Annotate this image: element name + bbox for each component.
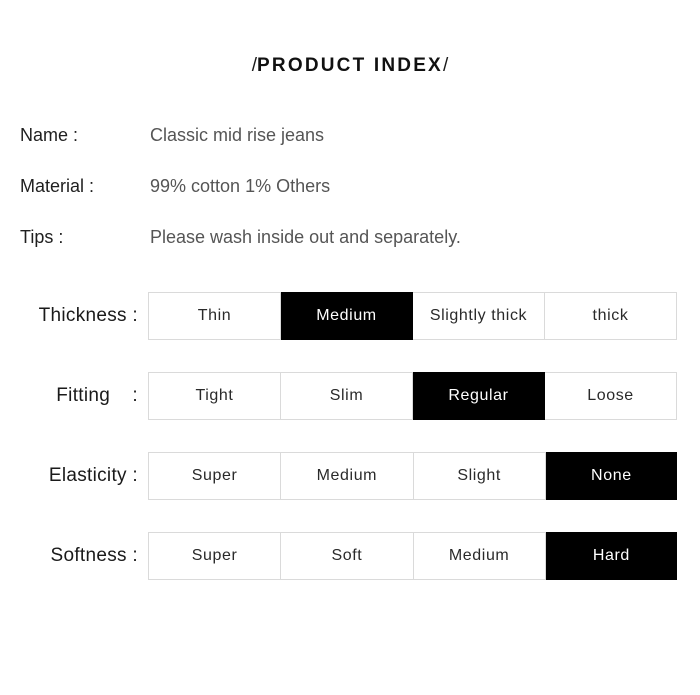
spec-option-thickness-slightly-thick[interactable]: Slightly thick — [413, 293, 545, 339]
spec-option-thickness-thick[interactable]: thick — [545, 293, 676, 339]
spec-row-softness: Softness : Super Soft Medium Hard — [0, 532, 700, 580]
spec-option-fitting-regular[interactable]: Regular — [413, 372, 545, 420]
slash-right-decoration: / — [442, 55, 449, 76]
spec-option-softness-hard[interactable]: Hard — [545, 532, 677, 580]
spec-label-fitting: Fitting : — [56, 385, 138, 406]
spec-label-softness: Softness : — [50, 545, 138, 566]
info-row-material: Material : 99% cotton 1% Others — [20, 176, 700, 227]
spec-option-softness-medium[interactable]: Medium — [413, 533, 546, 579]
info-value-name: Classic mid rise jeans — [150, 125, 325, 145]
spec-option-fitting-slim[interactable]: Slim — [281, 373, 413, 419]
spec-row-fitting: Fitting : Tight Slim Regular Loose — [0, 372, 700, 420]
info-value-tips: Please wash inside out and separately. — [150, 227, 461, 247]
spec-option-softness-soft[interactable]: Soft — [281, 533, 414, 579]
info-row-tips: Tips : Please wash inside out and separa… — [20, 227, 700, 278]
spec-option-elasticity-super[interactable]: Super — [149, 453, 282, 499]
spec-options-softness: Super Soft Medium Hard — [148, 532, 677, 580]
product-index-page: /PRODUCT INDEX/ Name : Classic mid rise … — [0, 0, 700, 695]
spec-row-elasticity: Elasticity : Super Medium Slight None — [0, 452, 700, 500]
page-title-text: PRODUCT INDEX — [257, 55, 443, 76]
spec-row-thickness: Thickness : Thin Medium Slightly thick t… — [0, 292, 700, 340]
spec-option-softness-super[interactable]: Super — [149, 533, 282, 579]
spec-option-elasticity-medium[interactable]: Medium — [281, 453, 414, 499]
spec-option-elasticity-slight[interactable]: Slight — [413, 453, 546, 499]
product-spec-table: Thickness : Thin Medium Slightly thick t… — [0, 292, 700, 580]
info-row-name: Name : Classic mid rise jeans — [20, 125, 700, 176]
info-label-tips: Tips : — [20, 227, 64, 247]
spec-option-thickness-medium[interactable]: Medium — [281, 292, 413, 340]
spec-options-elasticity: Super Medium Slight None — [148, 452, 677, 500]
page-title: /PRODUCT INDEX/ — [252, 55, 448, 77]
product-info-list: Name : Classic mid rise jeans Material :… — [0, 125, 700, 278]
spec-option-thickness-thin[interactable]: Thin — [149, 293, 281, 339]
info-label-material: Material : — [20, 176, 95, 196]
spec-label-thickness: Thickness : — [38, 305, 138, 326]
spec-options-fitting: Tight Slim Regular Loose — [148, 372, 677, 420]
spec-option-fitting-tight[interactable]: Tight — [149, 373, 281, 419]
spec-option-fitting-loose[interactable]: Loose — [545, 373, 676, 419]
spec-label-elasticity: Elasticity : — [48, 465, 138, 486]
spec-options-thickness: Thin Medium Slightly thick thick — [148, 292, 677, 340]
info-label-name: Name : — [20, 125, 79, 145]
spec-option-elasticity-none[interactable]: None — [545, 452, 677, 500]
page-header: /PRODUCT INDEX/ — [0, 0, 700, 77]
info-value-material: 99% cotton 1% Others — [150, 176, 331, 196]
